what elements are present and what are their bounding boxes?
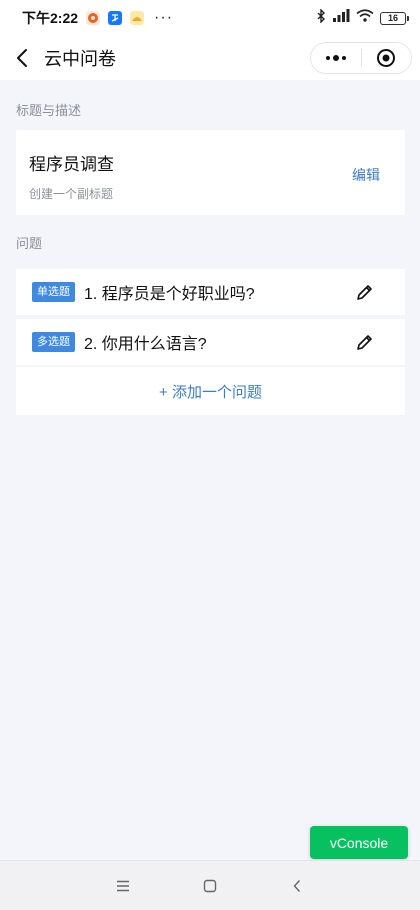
system-back-button[interactable] (254, 861, 341, 910)
menu-lines-icon (117, 880, 129, 891)
status-bar: 下午2:22 ··· 16 (0, 0, 420, 36)
edit-question-button[interactable] (355, 332, 375, 352)
question-type-tag: 多选题 (32, 332, 75, 352)
mini-program-capsule (310, 42, 412, 74)
question-row[interactable]: 多选题 2. 你用什么语言? (16, 319, 405, 365)
taobao-icon (130, 11, 145, 25)
pencil-icon (357, 285, 372, 300)
question-text: 2. 你用什么语言? (84, 336, 207, 353)
edit-question-button[interactable] (355, 282, 375, 302)
battery-icon: 16 (380, 11, 409, 25)
wifi-icon (356, 9, 374, 27)
page-title: 云中问卷 (44, 49, 116, 69)
question-type-tag: 单选题 (32, 282, 75, 302)
survey-title: 程序员调查 (29, 155, 114, 174)
system-nav-bar (0, 860, 420, 910)
pinduoduo-icon (86, 11, 101, 25)
alipay-icon (108, 11, 123, 25)
question-row[interactable]: 单选题 1. 程序员是个好职业吗? (16, 269, 405, 315)
question-text: 1. 程序员是个好职业吗? (84, 286, 255, 303)
edit-title-button[interactable]: 编辑 (352, 165, 380, 185)
add-question-button[interactable]: + 添加一个问题 (16, 367, 405, 415)
target-circle-icon (377, 49, 396, 67)
title-card: 程序员调查 创建一个副标题 编辑 (16, 130, 405, 215)
more-notifications-icon: ··· (154, 9, 174, 26)
back-button[interactable] (0, 36, 44, 80)
square-home-icon (203, 879, 217, 892)
vconsole-button[interactable]: vConsole (310, 826, 408, 859)
questions-section-label: 问题 (16, 236, 43, 251)
pencil-icon (357, 335, 372, 350)
title-section-label: 标题与描述 (16, 103, 82, 118)
nav-bar: 云中问卷 (0, 36, 420, 80)
status-time: 下午2:22 (22, 10, 79, 26)
bluetooth-icon (316, 7, 326, 28)
more-dots-icon (325, 55, 346, 61)
status-right: 16 (316, 7, 409, 28)
close-miniprogram-button[interactable] (361, 43, 411, 73)
signal-icon (332, 9, 350, 27)
more-menu-button[interactable] (311, 43, 361, 73)
status-left: 下午2:22 ··· (22, 8, 173, 28)
menu-button[interactable] (80, 861, 167, 910)
survey-subtitle-placeholder: 创建一个副标题 (29, 187, 114, 201)
chevron-left-icon (293, 879, 301, 892)
chevron-left-icon (17, 49, 27, 67)
home-button[interactable] (167, 861, 254, 910)
